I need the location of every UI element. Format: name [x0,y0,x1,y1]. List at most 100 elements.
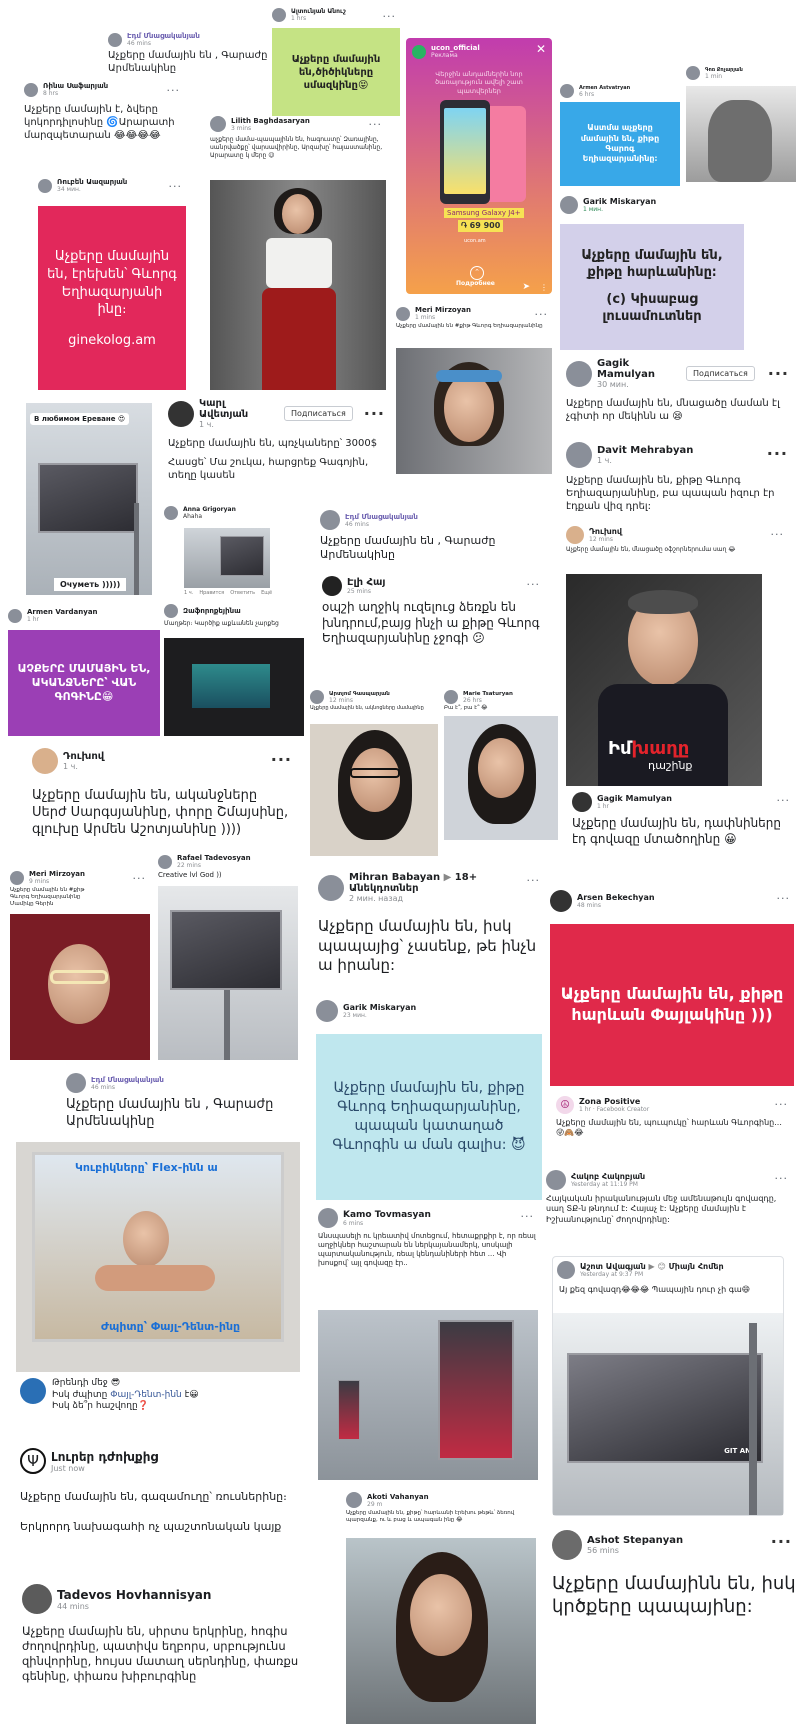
avatar[interactable] [546,1170,566,1190]
payl-dent-link[interactable]: Փայլ-Դենտ-ինն [110,1390,182,1400]
avatar[interactable] [686,66,700,80]
avatar[interactable] [566,442,592,468]
more-options-icon[interactable]: ··· [777,892,791,905]
author-name[interactable]: Tadevos Hovhannisyan [57,1588,211,1602]
author-name[interactable]: Garik Miskaryan [583,197,656,206]
avatar[interactable] [8,608,22,623]
author-name[interactable]: Anna Grigoryan [183,506,236,513]
avatar[interactable] [566,526,584,544]
avatar[interactable] [108,32,122,47]
subscribe-button[interactable]: Подписаться [686,366,755,381]
author-name[interactable]: Գոռ Քոչարյան [705,67,743,73]
author-link[interactable]: Mihran Babayan [349,872,440,883]
post-photo[interactable] [210,180,386,390]
ucon-logo-icon[interactable] [412,44,426,59]
more-options-icon[interactable]: ··· [133,872,147,885]
more-options-icon[interactable]: ··· [767,444,788,463]
more-options-icon[interactable]: ··· [167,84,181,97]
payl-dent-logo-icon[interactable] [20,1378,46,1404]
comment-photo[interactable] [184,528,270,588]
author-name[interactable]: Էդմ Մնացականյան [127,32,200,40]
author-name[interactable]: Ալտունյան Անուշ [291,8,346,15]
avatar[interactable] [22,1584,52,1614]
subscribe-button[interactable]: Подписаться [284,406,353,421]
avatar[interactable] [566,360,592,387]
author-name[interactable]: Էդմ Մնացականյան [91,1076,164,1084]
peace-icon[interactable]: ☮ [556,1096,574,1114]
avatar[interactable] [168,400,194,427]
more-options-icon[interactable]: ⋮ [540,283,548,292]
more-options-icon[interactable]: ··· [771,1532,792,1551]
author-name[interactable]: Gagik Mamulyan [597,794,672,803]
author-name[interactable]: Ashot Stepanyan [587,1535,683,1546]
video-frame[interactable] [10,914,150,1060]
author-link[interactable]: Աշոտ Ավագյան [580,1262,646,1271]
more-options-icon[interactable]: ··· [271,750,292,769]
author-name[interactable]: Հակոբ Հակոբյան [571,1172,645,1181]
avatar[interactable] [560,84,574,98]
close-icon[interactable]: ✕ [536,42,546,56]
avatar[interactable] [66,1073,86,1093]
more-options-icon[interactable]: ··· [771,528,785,541]
author-name[interactable]: Arsen Bekechyan [577,893,655,902]
author-name[interactable]: Akoti Vahanyan [367,1493,429,1501]
more-options-icon[interactable]: ··· [527,578,541,591]
more-options-icon[interactable]: ··· [527,874,541,887]
target-link[interactable]: Միայն Հոմեր [669,1262,724,1271]
author-name[interactable]: Gagik Mamulyan [597,358,657,380]
post-photo[interactable]: Իմխաղը դաշինք [566,574,762,786]
author-name[interactable]: Zona Positive [579,1097,649,1106]
avatar[interactable] [346,1492,362,1508]
author-name[interactable]: Armen Astvatryan [579,85,630,91]
avatar[interactable] [38,178,52,193]
author-name[interactable]: Զաֆորոքեյինա [183,607,241,615]
more-options-icon[interactable]: ··· [775,1098,789,1111]
avatar[interactable] [318,1208,338,1228]
author-name[interactable]: ucon_official [431,44,480,52]
author-name[interactable]: Ռուբեն Աազարյան [57,178,127,186]
avatar[interactable] [272,8,286,22]
author-name[interactable]: Կարլ Ավետյան [199,398,269,420]
avatar[interactable] [396,306,410,321]
psi-logo-icon[interactable]: Ψ [20,1448,46,1474]
avatar[interactable] [322,576,342,596]
author-name[interactable]: Ռինա Սաֆարյան [43,82,108,90]
author-name[interactable]: Էլի Հայ [347,577,386,588]
cta-chevron-icon[interactable]: ⌃ [470,266,484,280]
author-name[interactable]: Meri Mirzoyan [29,870,85,878]
avatar[interactable] [10,870,24,885]
author-name[interactable]: Էդմ Մնացականյան [345,513,418,521]
more-options-icon[interactable]: ··· [775,1172,789,1185]
author-name[interactable]: Armen Vardanyan [27,608,98,616]
avatar[interactable] [320,510,340,530]
avatar[interactable] [164,604,178,618]
reply-action[interactable]: Ответить [230,590,255,596]
post-photo[interactable] [158,886,298,1060]
avatar[interactable] [210,116,226,132]
avatar[interactable] [560,196,578,214]
more-options-icon[interactable]: ··· [383,10,397,23]
avatar[interactable] [24,82,38,97]
post-photo[interactable] [686,86,796,182]
author-name[interactable]: Դուխով [589,527,622,536]
author-name[interactable]: Դուխով [63,751,104,762]
more-options-icon[interactable]: ··· [535,308,549,321]
avatar[interactable] [572,792,592,812]
author-name[interactable]: Davit Mehrabyan [597,445,693,456]
avatar[interactable] [550,890,572,912]
shared-photo[interactable]: GIT AN [553,1313,783,1515]
group-name[interactable]: Անեկդոտներ [349,883,477,894]
avatar[interactable] [158,854,172,869]
like-action[interactable]: Нравится [199,590,224,596]
avatar[interactable] [310,690,324,704]
cta-button[interactable]: Подробнее [456,280,495,287]
post-photo[interactable] [164,638,304,736]
more-options-icon[interactable]: ··· [777,794,791,807]
more-options-icon[interactable]: ··· [169,180,183,193]
more-action[interactable]: Ещё [261,590,272,596]
avatar[interactable] [318,874,344,901]
author-name[interactable]: Garik Miskaryan [343,1003,416,1012]
post-photo[interactable] [310,724,438,856]
author-name[interactable]: Արտյոմ Գասպարյան [329,691,390,697]
more-options-icon[interactable]: ··· [369,118,383,131]
